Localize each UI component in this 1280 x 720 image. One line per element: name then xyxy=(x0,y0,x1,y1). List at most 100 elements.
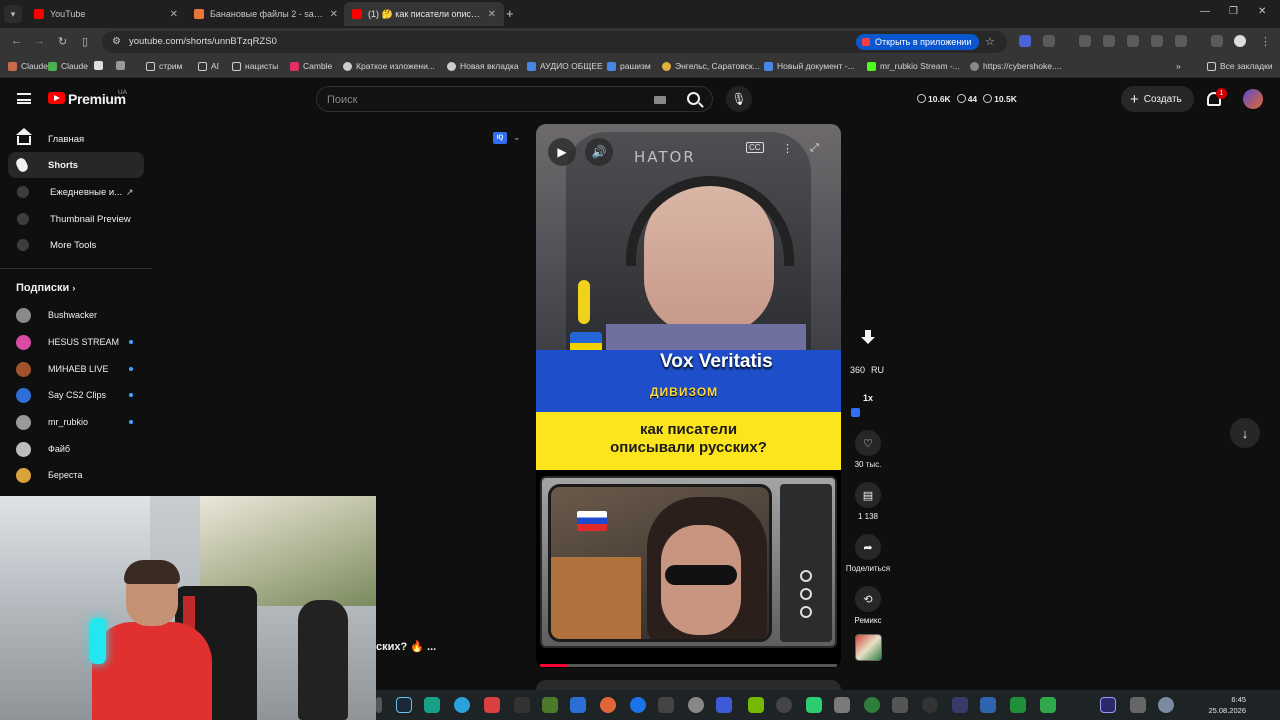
voice-search-button[interactable]: 🎙 xyxy=(726,86,752,112)
app-icon[interactable] xyxy=(658,697,674,713)
sidebar-item-more-tools[interactable]: More Tools xyxy=(8,232,144,258)
obs-icon[interactable] xyxy=(922,697,938,713)
search-placeholder[interactable]: Поиск xyxy=(327,94,357,106)
bookmark-folder[interactable]: стрим xyxy=(146,61,182,71)
subscriptions-header[interactable]: Подписки › xyxy=(16,282,75,294)
open-in-app-button[interactable]: Открыть в приложении xyxy=(856,34,980,50)
window-icon[interactable] xyxy=(1151,35,1163,47)
bookmark-star-icon[interactable]: ☆ xyxy=(985,35,995,48)
app-icon[interactable] xyxy=(776,697,792,713)
bookmark-item[interactable]: mr_rubkio Stream -... xyxy=(867,61,960,71)
app-icon[interactable] xyxy=(600,697,616,713)
sound-thumbnail[interactable] xyxy=(855,634,882,661)
like-action[interactable]: ♡ 30 тыс. xyxy=(838,430,898,469)
comment-icon[interactable]: ▤ xyxy=(855,482,881,508)
sidebar-item-daily[interactable]: Ежедневные и... ↗ xyxy=(8,179,144,205)
app-icon[interactable] xyxy=(1010,697,1026,713)
sidebar-item-thumbnail-preview[interactable]: Thumbnail Preview xyxy=(8,206,144,232)
close-tab-icon[interactable]: ✕ xyxy=(170,9,178,20)
more-options-icon[interactable]: ⋮ xyxy=(782,142,793,155)
language-label[interactable]: RU xyxy=(871,365,884,375)
app-icon[interactable] xyxy=(424,697,440,713)
extension-icon[interactable] xyxy=(1019,35,1031,47)
bookmark-item[interactable] xyxy=(94,61,107,70)
site-info-icon[interactable]: ⚙ xyxy=(112,36,121,47)
address-bar[interactable]: ⚙ youtube.com/shorts/unnBTzqRZS0 Открыть… xyxy=(102,31,1007,53)
account-avatar[interactable] xyxy=(1243,89,1263,109)
nvidia-icon[interactable] xyxy=(748,697,764,713)
app-icon[interactable] xyxy=(980,697,996,713)
search-box[interactable]: Поиск xyxy=(316,86,713,112)
panel-icon[interactable] xyxy=(1175,35,1187,47)
create-button[interactable]: + Создать xyxy=(1121,86,1194,112)
subscription-item[interactable]: Bushwacker xyxy=(16,306,144,324)
subscription-item[interactable]: МИНАЕВ LIVE xyxy=(16,360,144,378)
remix-action[interactable]: ⟲ Ремикс xyxy=(838,586,898,625)
video-progress-bar[interactable] xyxy=(540,664,837,667)
subscription-item[interactable]: Береста xyxy=(16,466,144,484)
app-icon[interactable] xyxy=(1040,697,1056,713)
terminal-icon[interactable] xyxy=(514,697,530,713)
download-icon[interactable] xyxy=(861,330,875,346)
steam-icon[interactable] xyxy=(396,697,412,713)
app-icon[interactable] xyxy=(834,697,850,713)
premiere-icon[interactable] xyxy=(1100,697,1116,713)
keyboard-icon[interactable] xyxy=(654,96,666,104)
all-bookmarks-folder[interactable]: Все закладки xyxy=(1207,61,1273,71)
quality-label[interactable]: 360 xyxy=(850,365,865,375)
telegram-icon[interactable] xyxy=(454,697,470,713)
menu-hamburger-icon[interactable] xyxy=(17,93,31,104)
app-icon[interactable] xyxy=(570,697,586,713)
bookmark-folder[interactable]: AI xyxy=(198,61,219,71)
close-window-icon[interactable]: ✕ xyxy=(1258,6,1266,17)
app-icon[interactable] xyxy=(484,697,500,713)
chevron-down-icon[interactable]: ⌄ xyxy=(513,132,521,143)
grid-icon[interactable] xyxy=(1103,35,1115,47)
profile-icon[interactable] xyxy=(1234,35,1246,47)
forward-icon[interactable]: → xyxy=(34,35,45,47)
play-button[interactable]: ▶ xyxy=(548,138,576,166)
url-text[interactable]: youtube.com/shorts/unnBTzqRZS0 xyxy=(129,36,277,47)
sidebar-toggle-icon[interactable]: ▯ xyxy=(82,35,88,48)
media-icon[interactable] xyxy=(1211,35,1223,47)
volume-button[interactable]: 🔊 xyxy=(585,138,613,166)
youtube-logo-icon[interactable] xyxy=(48,92,65,104)
bookmark-item[interactable]: Новый документ -... xyxy=(764,61,855,71)
next-short-button[interactable]: ↓ xyxy=(1230,418,1260,448)
tab-youtube[interactable]: YouTube ✕ xyxy=(26,2,186,26)
bookmark-item[interactable]: АУДИО ОБЩЕЕ xyxy=(527,61,603,71)
system-clock[interactable]: 6:45 25.08.2026 xyxy=(1208,694,1246,716)
like-heart-icon[interactable]: ♡ xyxy=(855,430,881,456)
comments-action[interactable]: ▤ 1 138 xyxy=(838,482,898,521)
expand-icon[interactable]: ⤢ xyxy=(810,142,819,155)
close-tab-icon[interactable]: ✕ xyxy=(488,9,496,20)
link-icon[interactable] xyxy=(1127,35,1139,47)
tab-current-short[interactable]: (1) 🤔 как писатели описывал ✕ xyxy=(344,2,504,26)
bookmark-item[interactable]: Camble xyxy=(290,61,332,71)
app-icon[interactable] xyxy=(1130,697,1146,713)
search-icon[interactable] xyxy=(687,92,700,105)
app-icon[interactable] xyxy=(892,697,908,713)
bookmarks-overflow-icon[interactable]: » xyxy=(1176,61,1181,71)
extensions-puzzle-icon[interactable] xyxy=(1043,35,1055,47)
app-icon[interactable] xyxy=(630,697,646,713)
shorts-player[interactable]: HATOR ▶ 🔊 CC ⋮ ⤢ Vox Veritatis ДИВИЗОМ к… xyxy=(536,124,841,668)
subscription-item[interactable]: mr_rubkio xyxy=(16,413,144,431)
chatgpt-icon[interactable] xyxy=(688,697,704,713)
sidebar-item-shorts[interactable]: Shorts xyxy=(8,152,144,178)
settings-gear-icon[interactable] xyxy=(1158,697,1174,713)
share-icon[interactable]: ➦ xyxy=(855,534,881,560)
back-icon[interactable]: ← xyxy=(11,35,22,47)
app-icon[interactable] xyxy=(542,697,558,713)
bookmark-item[interactable]: Claude xyxy=(8,61,48,71)
translate-icon[interactable] xyxy=(1079,35,1091,47)
bookmark-folder[interactable]: нацисты xyxy=(232,61,278,71)
sidebar-item-home[interactable]: Главная xyxy=(8,126,144,152)
new-tab-icon[interactable]: + xyxy=(506,6,514,21)
xbox-icon[interactable] xyxy=(864,697,880,713)
app-icon[interactable] xyxy=(716,697,732,713)
close-tab-icon[interactable]: ✕ xyxy=(330,9,338,20)
bookmark-item[interactable]: https://cybershoke.... xyxy=(970,61,1061,71)
bookmark-item[interactable]: Энгельс, Саратовск... xyxy=(662,61,760,71)
minimize-icon[interactable]: — xyxy=(1200,6,1210,17)
